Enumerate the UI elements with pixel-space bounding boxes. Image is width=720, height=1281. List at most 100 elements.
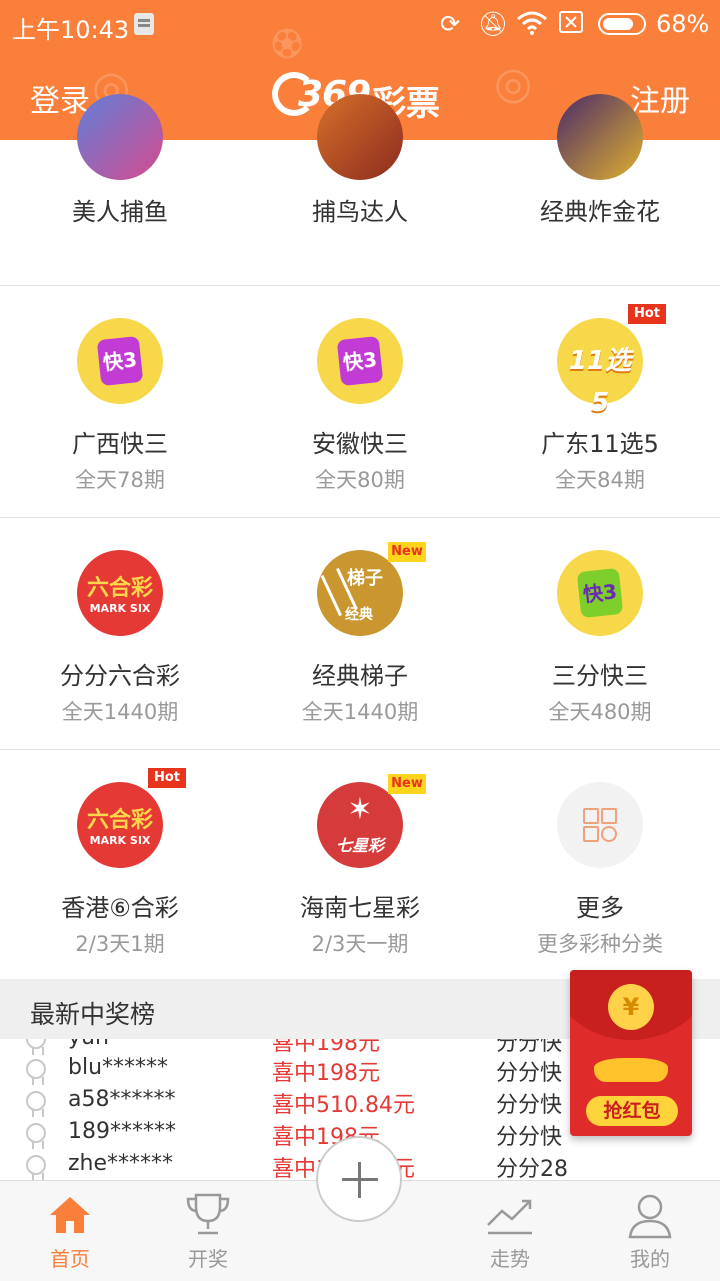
trend-icon <box>487 1199 532 1235</box>
lottery-tile[interactable]: 11选5 Hot 广东11选5 全天84期 <box>480 286 720 517</box>
sync-icon: ⟳ <box>440 10 461 38</box>
lottery-row: 六合彩 MARK SIX Hot 香港⑥合彩 2/3天1期 ✶ 七星彩 New 海南… <box>0 750 720 982</box>
lottery-row: 六合彩 MARK SIX 分分六合彩 全天1440期 梯子 经典 New 经典梯子 … <box>0 518 720 750</box>
lottery-tile[interactable]: 六合彩 MARK SIX Hot 香港⑥合彩 2/3天1期 <box>0 750 240 981</box>
status-bar: 上午10:43 ⟳ 🔕︎ 68% <box>0 0 720 50</box>
winner-game: 分分快 <box>496 1061 563 1086</box>
register-button[interactable]: 注册 <box>630 76 690 120</box>
red-packet-button[interactable]: ¥ 抢红包 <box>570 970 692 1136</box>
lottery-grid: 美人捕鱼 捕鸟达人 经典炸金花 快3 广西快三 全天78期 快3 安徽快三 全天… <box>0 94 720 982</box>
lottery-name: 广东11选5 <box>541 430 659 458</box>
more-label: 更多 <box>576 894 624 922</box>
winner-user: blu****** <box>68 1055 169 1080</box>
tab-label: 首页 <box>50 1247 90 1271</box>
winner-game: 分分28 <box>496 1157 568 1180</box>
new-badge: New <box>388 542 426 562</box>
lottery-name: 广西快三 <box>72 430 168 458</box>
winner-user: zhe****** <box>68 1151 174 1176</box>
lottery-frequency: 全天84期 <box>555 468 645 492</box>
wifi-icon <box>516 10 548 42</box>
user-icon <box>628 1194 672 1239</box>
lottery-name: 分分六合彩 <box>60 662 180 690</box>
winner-user: 189****** <box>68 1119 176 1144</box>
tab-trend[interactable]: 走势 <box>440 1181 580 1281</box>
tab-label: 走势 <box>490 1247 530 1271</box>
card-game-icon <box>557 94 643 180</box>
tab-mine[interactable]: 我的 <box>580 1181 720 1281</box>
lottery-frequency: 2/3天1期 <box>75 932 165 956</box>
more-grid-icon <box>557 782 643 868</box>
medal-icon <box>26 1091 46 1117</box>
header-decoration: ◎ <box>494 58 533 109</box>
lottery-tile[interactable]: 六合彩 MARK SIX 分分六合彩 全天1440期 <box>0 518 240 749</box>
more-tile[interactable]: 更多 更多彩种分类 <box>480 750 720 981</box>
lottery-tile[interactable]: 梯子 经典 New 经典梯子 全天1440期 <box>240 518 480 749</box>
winners-title: 最新中奖榜 <box>30 1000 156 1029</box>
seven-star-icon: ✶ 七星彩 <box>317 782 403 868</box>
notification-icon <box>134 13 154 35</box>
dice-k3-icon: 快3 <box>77 318 163 404</box>
tab-label: 我的 <box>630 1247 670 1271</box>
lottery-tile[interactable]: ✶ 七星彩 New 海南七星彩 2/3天一期 <box>240 750 480 981</box>
bird-game-icon <box>317 94 403 180</box>
game-name: 捕鸟达人 <box>312 198 408 226</box>
lottery-name: 经典梯子 <box>312 662 408 690</box>
lottery-frequency: 2/3天一期 <box>311 932 409 956</box>
mute-bell-icon: 🔕︎ <box>478 10 509 38</box>
lottery-name: 三分快三 <box>552 662 648 690</box>
medal-icon <box>26 1059 46 1085</box>
lottery-frequency: 全天78期 <box>75 468 165 492</box>
mark-six-icon: 六合彩 MARK SIX <box>77 550 163 636</box>
lottery-frequency: 全天80期 <box>315 468 405 492</box>
home-icon <box>50 1197 90 1233</box>
medal-icon <box>26 1155 46 1180</box>
hot-badge: Hot <box>628 304 666 324</box>
lottery-name: 海南七星彩 <box>300 894 420 922</box>
tab-home[interactable]: 首页 <box>0 1181 140 1281</box>
winner-user: a58****** <box>68 1087 176 1112</box>
lottery-tile[interactable]: 快3 三分快三 全天480期 <box>480 518 720 749</box>
medal-icon <box>26 1039 46 1055</box>
new-badge: New <box>388 774 426 794</box>
lottery-name: 安徽快三 <box>312 430 408 458</box>
grab-red-packet-label: 抢红包 <box>586 1096 678 1126</box>
winner-game: 分分快 <box>496 1093 563 1118</box>
medal-icon <box>26 1123 46 1149</box>
trophy-icon <box>186 1193 230 1235</box>
winner-prize: 喜中198元 <box>272 1061 380 1086</box>
game-tile[interactable]: 捕鸟达人 <box>240 94 480 285</box>
lottery-frequency: 全天1440期 <box>301 700 419 724</box>
ball-decoration: ⚽︎ <box>272 28 302 63</box>
game-name: 美人捕鱼 <box>72 198 168 226</box>
dice-k3-icon: 快3 <box>317 318 403 404</box>
lottery-frequency: 全天1440期 <box>61 700 179 724</box>
coin-icon: ¥ <box>608 984 654 1030</box>
winner-prize: 喜中510.84元 <box>272 1093 415 1118</box>
game-name: 经典炸金花 <box>540 198 660 226</box>
battery-percent: 68% <box>656 10 710 38</box>
gold-ingot-icon <box>594 1058 668 1082</box>
hot-badge: Hot <box>148 768 186 788</box>
mark-six-icon: 六合彩 MARK SIX <box>77 782 163 868</box>
lottery-row: 快3 广西快三 全天78期 快3 安徽快三 全天80期 11选5 Hot 广东1… <box>0 286 720 518</box>
11x5-icon: 11选5 <box>557 318 643 418</box>
tab-label: 开奖 <box>188 1247 228 1271</box>
lottery-frequency: 全天480期 <box>548 700 652 724</box>
fish-game-icon <box>77 94 163 180</box>
add-button[interactable] <box>316 1136 402 1222</box>
lottery-tile[interactable]: 快3 安徽快三 全天80期 <box>240 286 480 517</box>
login-button[interactable]: 登录 <box>30 76 90 120</box>
tab-draw[interactable]: 开奖 <box>138 1181 278 1281</box>
more-subtitle: 更多彩种分类 <box>537 932 663 956</box>
dice-k3-icon: 快3 <box>557 550 643 636</box>
lottery-name: 香港⑥合彩 <box>61 894 179 922</box>
lottery-tile[interactable]: 快3 广西快三 全天78期 <box>0 286 240 517</box>
ladder-icon: 梯子 经典 <box>317 550 403 636</box>
winner-game: 分分快 <box>496 1125 563 1150</box>
game-tile[interactable]: 经典炸金花 <box>480 94 720 285</box>
games-row: 美人捕鱼 捕鸟达人 经典炸金花 <box>0 94 720 286</box>
status-time: 上午10:43 <box>12 16 130 44</box>
game-tile[interactable]: 美人捕鱼 <box>0 94 240 285</box>
battery-icon <box>598 13 646 35</box>
no-sim-icon <box>558 10 584 40</box>
